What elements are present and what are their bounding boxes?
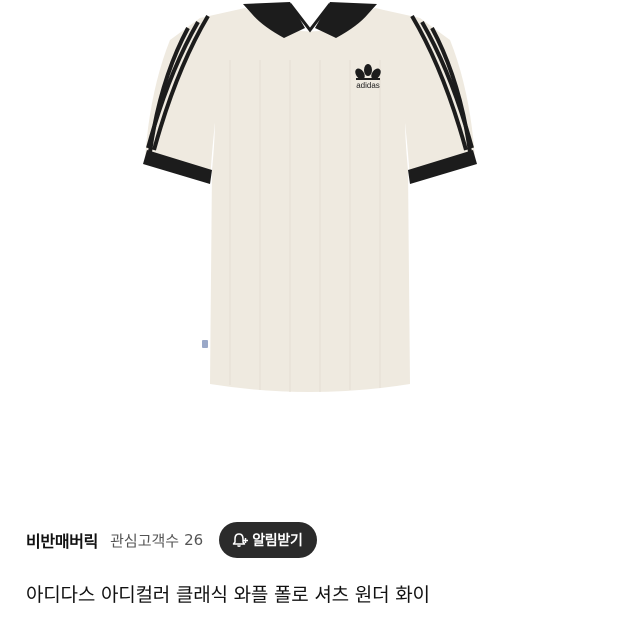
follower-label: 관심고객수 xyxy=(110,531,180,550)
seller-name[interactable]: 비반매버릭 xyxy=(26,528,98,552)
product-title: 아디다스 아디컬러 클래식 와플 폴로 셔츠 원더 화이 xyxy=(26,584,430,606)
shirt-body xyxy=(200,8,420,392)
brand-wordmark: adidas xyxy=(356,81,380,90)
hem-tag xyxy=(202,340,208,348)
notify-button[interactable]: 알림받기 xyxy=(219,522,317,558)
bell-plus-icon xyxy=(231,531,249,549)
seller-row: 비반매버릭 관심고객수 26 알림받기 xyxy=(26,520,317,560)
follower-count: 26 xyxy=(184,531,204,549)
notify-button-label: 알림받기 xyxy=(252,533,303,549)
polo-shirt-illustration: adidas xyxy=(143,2,477,392)
product-image[interactable]: adidas xyxy=(0,0,620,500)
